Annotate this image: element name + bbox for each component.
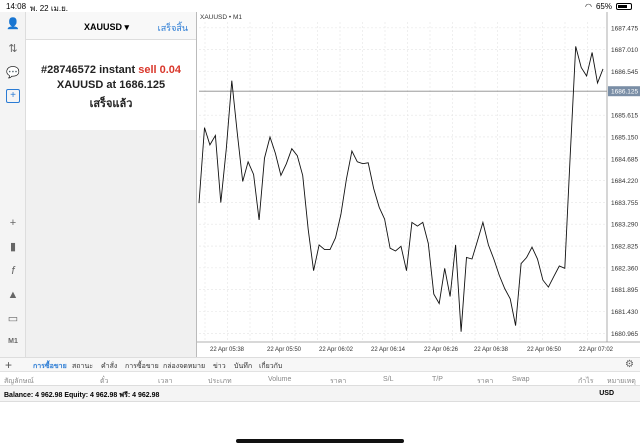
candles-icon[interactable]: ▮	[6, 240, 20, 254]
monitor-icon[interactable]: ▭	[6, 312, 20, 326]
x-tick-label: 22 Apr 05:38	[210, 347, 245, 353]
col-swap[interactable]: Swap	[512, 376, 530, 383]
objects-icon[interactable]: ▲	[6, 288, 20, 302]
y-tick-label: 1685.615	[611, 113, 638, 120]
order-action: sell 0.04	[138, 64, 182, 76]
symbol-dropdown[interactable]: XAUUSD ▾	[84, 22, 129, 33]
done-button[interactable]: เสร็จสิ้น	[158, 21, 188, 35]
new-order-icon[interactable]: +	[6, 89, 20, 103]
x-tick-label: 22 Apr 06:14	[371, 347, 406, 353]
col-volume[interactable]: Volume	[268, 376, 291, 383]
add-icon[interactable]: +	[5, 358, 12, 372]
function-icon[interactable]: f	[6, 264, 20, 278]
x-tick-label: 22 Apr 06:26	[424, 347, 459, 353]
y-tick-label: 1681.430	[611, 309, 638, 316]
x-tick-label: 22 Apr 07:02	[579, 347, 614, 353]
y-tick-label: 1687.475	[611, 25, 638, 32]
x-tick-label: 22 Apr 06:50	[527, 347, 562, 353]
terminal-tabs: + การซื้อขาย สถานะ คำสั่ง การซื้อขาย กล่…	[0, 357, 640, 373]
balance-currency: USD	[599, 390, 614, 397]
y-tick-label: 1684.685	[611, 156, 638, 163]
timeframe-button[interactable]: M1	[6, 335, 20, 349]
status-bar: 14:08 พ. 22 เม.ย. ◠ 65%	[0, 0, 640, 13]
order-result-panel: XAUUSD ▾ เสร็จสิ้น #28746572 instant sel…	[26, 12, 196, 130]
y-tick-label: 1684.220	[611, 178, 638, 185]
order-price-line: XAUUSD at 1686.125	[56, 79, 166, 91]
chat-icon[interactable]: 💬	[6, 66, 20, 80]
y-tick-label: 1687.010	[611, 47, 638, 54]
x-tick-label: 22 Apr 06:02	[319, 347, 354, 353]
order-ticket-line: #28746572 instant sell 0.04	[40, 64, 182, 76]
y-tick-label: 1683.290	[611, 222, 638, 229]
panel-header: XAUUSD ▾ เสร็จสิ้น	[26, 12, 196, 40]
y-tick-label: 1681.895	[611, 287, 638, 294]
panel-background	[26, 130, 196, 357]
exchange-icon[interactable]: ⇅	[6, 42, 20, 56]
y-tick-label: 1683.755	[611, 200, 638, 207]
y-tick-label: 1686.545	[611, 69, 638, 76]
battery-icon	[616, 3, 632, 10]
balance-bar: Balance: 4 962.98 Equity: 4 962.98 ฟรี: …	[0, 386, 640, 402]
gear-icon[interactable]: ⚙	[625, 359, 634, 370]
chart-title: XAUUSD • M1	[200, 14, 243, 21]
chart-area[interactable]: XAUUSD • M1 1687.475 1687.010 1686.545 1685…	[196, 12, 640, 357]
left-toolbar: 👤 ⇅ 💬 + + ▮ f ▲ ▭ M1	[0, 12, 26, 357]
wifi-icon: ◠	[585, 2, 592, 11]
col-tp[interactable]: T/P	[432, 376, 443, 383]
col-sl[interactable]: S/L	[383, 376, 394, 383]
order-status: เสร็จแล้ว	[89, 98, 133, 110]
crosshair-icon[interactable]: +	[6, 216, 20, 230]
y-tick-label: 1682.360	[611, 265, 638, 272]
balance-text: Balance: 4 962.98 Equity: 4 962.98 ฟรี: …	[4, 392, 160, 399]
x-tick-label: 22 Apr 06:38	[474, 347, 509, 353]
home-indicator[interactable]	[236, 439, 404, 443]
order-price: 1686.125	[119, 79, 166, 91]
current-price-label: 1686.125	[611, 89, 638, 96]
battery-percent: 65%	[595, 2, 612, 11]
price-chart[interactable]: 1687.475 1687.010 1686.545 1685.615 1685.150…	[197, 12, 640, 357]
y-tick-label: 1685.150	[611, 134, 638, 141]
status-right: ◠ 65%	[585, 2, 632, 11]
x-tick-label: 22 Apr 05:50	[267, 347, 302, 353]
y-tick-label: 1680.965	[611, 331, 638, 338]
status-time: 14:08	[6, 2, 27, 11]
table-header: สัญลักษณ์ ตั๋ว เวลา ประเภท Volume ราคา S…	[0, 371, 640, 386]
person-icon[interactable]: 👤	[6, 17, 20, 31]
price-series-line	[198, 46, 604, 332]
y-tick-label: 1682.825	[611, 244, 638, 251]
